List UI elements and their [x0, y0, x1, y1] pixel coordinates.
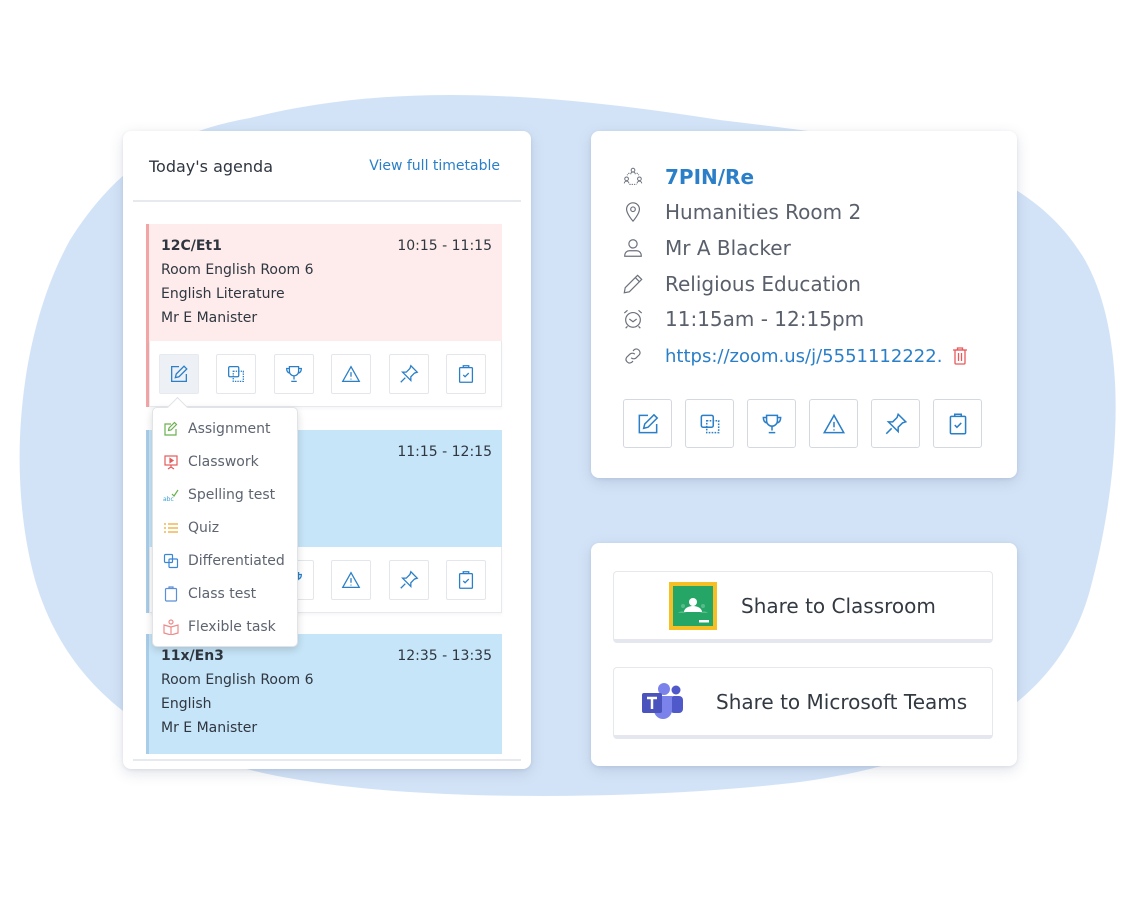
- classwork-icon: [162, 453, 180, 471]
- google-classroom-icon: [669, 581, 717, 630]
- differentiated-icon: [162, 552, 180, 570]
- share-to-teams-label: Share to Microsoft Teams: [716, 689, 968, 714]
- menu-item-flexible-task[interactable]: Flexible task: [153, 610, 299, 643]
- copy-button[interactable]: [685, 399, 734, 448]
- warning-icon: [341, 571, 361, 588]
- lesson-subject: English: [161, 696, 212, 712]
- lesson-teacher: Mr E Manister: [161, 310, 258, 326]
- lesson-teacher: Mr E Manister: [161, 720, 258, 736]
- spelling-icon: abc: [162, 486, 180, 504]
- menu-item-spelling-test[interactable]: abc Spelling test: [153, 478, 299, 511]
- lesson-actions: [149, 341, 502, 407]
- lesson-room: Room English Room 6: [161, 672, 314, 688]
- menu-item-assignment[interactable]: Assignment: [153, 412, 299, 445]
- copy-icon: [228, 366, 244, 382]
- quiz-icon: [162, 519, 180, 537]
- warning-icon: [341, 365, 361, 382]
- set-homework-button[interactable]: [159, 354, 199, 394]
- award-button[interactable]: [747, 399, 796, 448]
- teacher-name: Mr A Blacker: [665, 236, 791, 260]
- agenda-header: Today's agenda View full timetable: [123, 131, 531, 201]
- lesson-subject: English Literature: [161, 286, 285, 302]
- register-button[interactable]: [446, 560, 486, 600]
- clipboard-check-icon: [458, 365, 474, 383]
- location-pin-icon: [621, 200, 645, 224]
- lesson-detail-card: 7PIN/Re Humanities Room 2 Mr A Blacker R…: [591, 131, 1017, 478]
- view-full-timetable-link[interactable]: View full timetable: [369, 158, 500, 174]
- detail-teacher-row: Mr A Blacker: [621, 233, 791, 263]
- pin-button[interactable]: [389, 354, 429, 394]
- register-button[interactable]: [446, 354, 486, 394]
- lesson-body: 12C/Et1 10:15 - 11:15 Room English Room …: [149, 224, 502, 341]
- clipboard-check-icon: [949, 412, 966, 435]
- copy-icon: [700, 414, 719, 433]
- class-code[interactable]: 7PIN/Re: [665, 165, 754, 189]
- detail-time-row: 11:15am - 12:15pm: [621, 304, 864, 334]
- person-icon: [621, 236, 645, 260]
- lesson-card[interactable]: 12C/Et1 10:15 - 11:15 Room English Room …: [146, 224, 502, 407]
- detail-link-row: https://zoom.us/j/5551112222.: [621, 341, 968, 371]
- agenda-card: Today's agenda View full timetable 12C/E…: [123, 131, 531, 769]
- lesson-time: 12:35 - 13:35: [397, 648, 492, 664]
- lesson-body: 11x/En3 12:35 - 13:35 Room English Room …: [149, 634, 502, 754]
- lesson-room: Room English Room 6: [161, 262, 314, 278]
- copy-button[interactable]: [216, 354, 256, 394]
- detail-subject-row: Religious Education: [621, 269, 861, 299]
- behaviour-button[interactable]: [331, 354, 371, 394]
- share-to-classroom-button[interactable]: Share to Classroom: [613, 571, 993, 643]
- room-name: Humanities Room 2: [665, 200, 862, 224]
- lesson-time: 11:15am - 12:15pm: [665, 307, 865, 331]
- assignment-icon: [162, 420, 180, 438]
- award-button[interactable]: [274, 354, 314, 394]
- lesson-time: 11:15 - 12:15: [397, 444, 492, 460]
- divider: [133, 759, 521, 761]
- microsoft-teams-icon: [642, 682, 683, 719]
- edit-icon: [638, 413, 658, 433]
- flexible-task-icon: [162, 618, 180, 636]
- agenda-title: Today's agenda: [149, 157, 273, 176]
- menu-item-quiz[interactable]: Quiz: [153, 511, 299, 544]
- pin-icon: [885, 412, 907, 434]
- pin-icon: [400, 364, 419, 383]
- meeting-url-link[interactable]: https://zoom.us/j/5551112222.: [665, 346, 942, 367]
- behaviour-button[interactable]: [331, 560, 371, 600]
- pencil-icon: [621, 272, 645, 296]
- homework-type-menu: Assignment Classwork abc Spelling test Q…: [152, 407, 298, 647]
- detail-class-row: 7PIN/Re: [621, 162, 754, 192]
- share-to-teams-button[interactable]: Share to Microsoft Teams: [613, 667, 993, 739]
- warning-icon: [822, 413, 845, 433]
- edit-icon: [171, 365, 188, 382]
- svg-text:abc: abc: [163, 496, 174, 503]
- behaviour-button[interactable]: [809, 399, 858, 448]
- pin-button[interactable]: [871, 399, 920, 448]
- class-test-icon: [162, 585, 180, 603]
- share-card: Share to Classroom Share to Microsoft Te…: [591, 543, 1017, 766]
- detail-actions: [623, 399, 993, 449]
- pin-icon: [400, 570, 419, 589]
- register-button[interactable]: [933, 399, 982, 448]
- delete-trash-icon[interactable]: [952, 347, 968, 365]
- divider: [133, 200, 521, 202]
- class-group-icon: [621, 165, 645, 189]
- link-icon: [621, 344, 645, 368]
- detail-room-row: Humanities Room 2: [621, 197, 861, 227]
- alarm-clock-icon: [621, 307, 645, 331]
- menu-item-class-test[interactable]: Class test: [153, 577, 299, 610]
- menu-item-classwork[interactable]: Classwork: [153, 445, 299, 478]
- menu-item-differentiated[interactable]: Differentiated: [153, 544, 299, 577]
- trophy-icon: [762, 414, 781, 433]
- subject-name: Religious Education: [665, 272, 861, 296]
- set-homework-button[interactable]: [623, 399, 672, 448]
- trophy-icon: [286, 366, 302, 382]
- pin-button[interactable]: [389, 560, 429, 600]
- lesson-card[interactable]: 11x/En3 12:35 - 13:35 Room English Room …: [146, 634, 502, 754]
- share-to-classroom-label: Share to Classroom: [741, 593, 936, 618]
- lesson-time: 10:15 - 11:15: [397, 238, 492, 254]
- clipboard-check-icon: [458, 571, 474, 589]
